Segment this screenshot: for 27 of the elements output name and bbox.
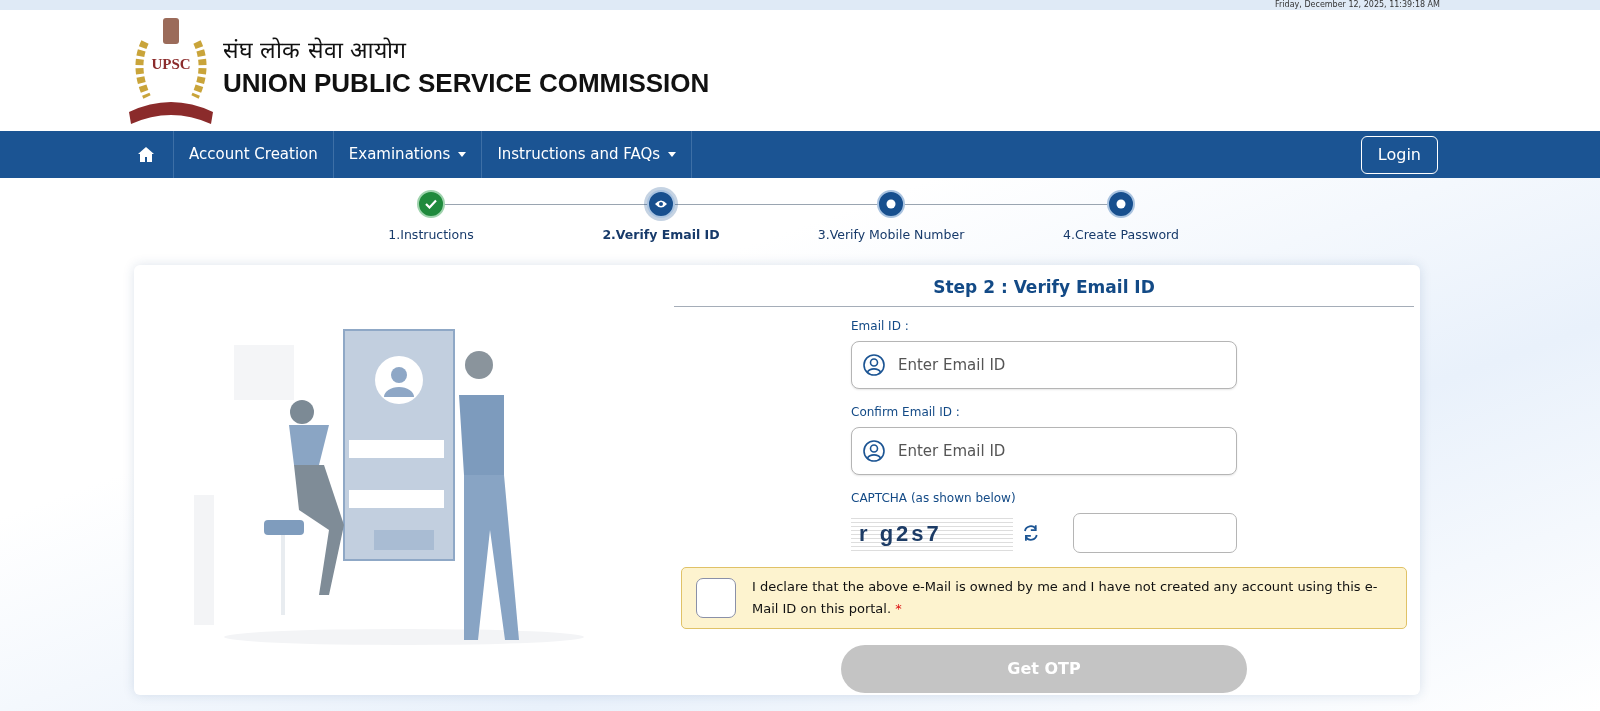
home-icon [137,146,155,163]
user-icon [863,354,885,377]
step-label: 3.Verify Mobile Number [817,226,965,244]
date-time-text: Friday, December 12, 2025, 11:39:18 AM [1275,0,1440,10]
step-label: 2.Verify Email ID [602,226,720,244]
step-label: 4.Create Password [1063,226,1179,244]
declaration-checkbox[interactable] [696,578,736,619]
captcha-label: CAPTCHA (as shown below) [851,490,1017,508]
email-field[interactable]: Enter Email ID [851,341,1237,390]
login-button[interactable]: Login [1360,135,1438,174]
declaration-text: I declare that the above e-Mail is owned by me and I have not created any account using this e-Mail ID on this portal. * [752,578,1379,619]
hindi-title: संघ लोक सेवा आयोग [223,38,408,64]
site-title: UNION PUBLIC SERVICE COMMISSION [223,66,710,100]
email-field[interactable]: Enter Email ID [851,427,1237,476]
nav-link[interactable]: Account Creation [174,131,334,178]
caret-icon [668,152,677,157]
user-icon [863,440,885,463]
field-label: Email ID : [851,318,910,336]
form-heading: Step 2 : Verify Email ID [674,264,1414,308]
nav-dropdown[interactable]: Instructions and FAQs [482,131,693,178]
captcha-input[interactable] [1073,513,1237,554]
nav-dropdown[interactable]: Examinations [333,131,483,178]
emblem-logo: UPSC [125,11,217,130]
field-label: Confirm Email ID : [851,404,961,422]
step-label: 1.Instructions [388,226,474,244]
captcha-image: r g2s7 [851,515,1014,552]
caret-icon [458,152,467,157]
